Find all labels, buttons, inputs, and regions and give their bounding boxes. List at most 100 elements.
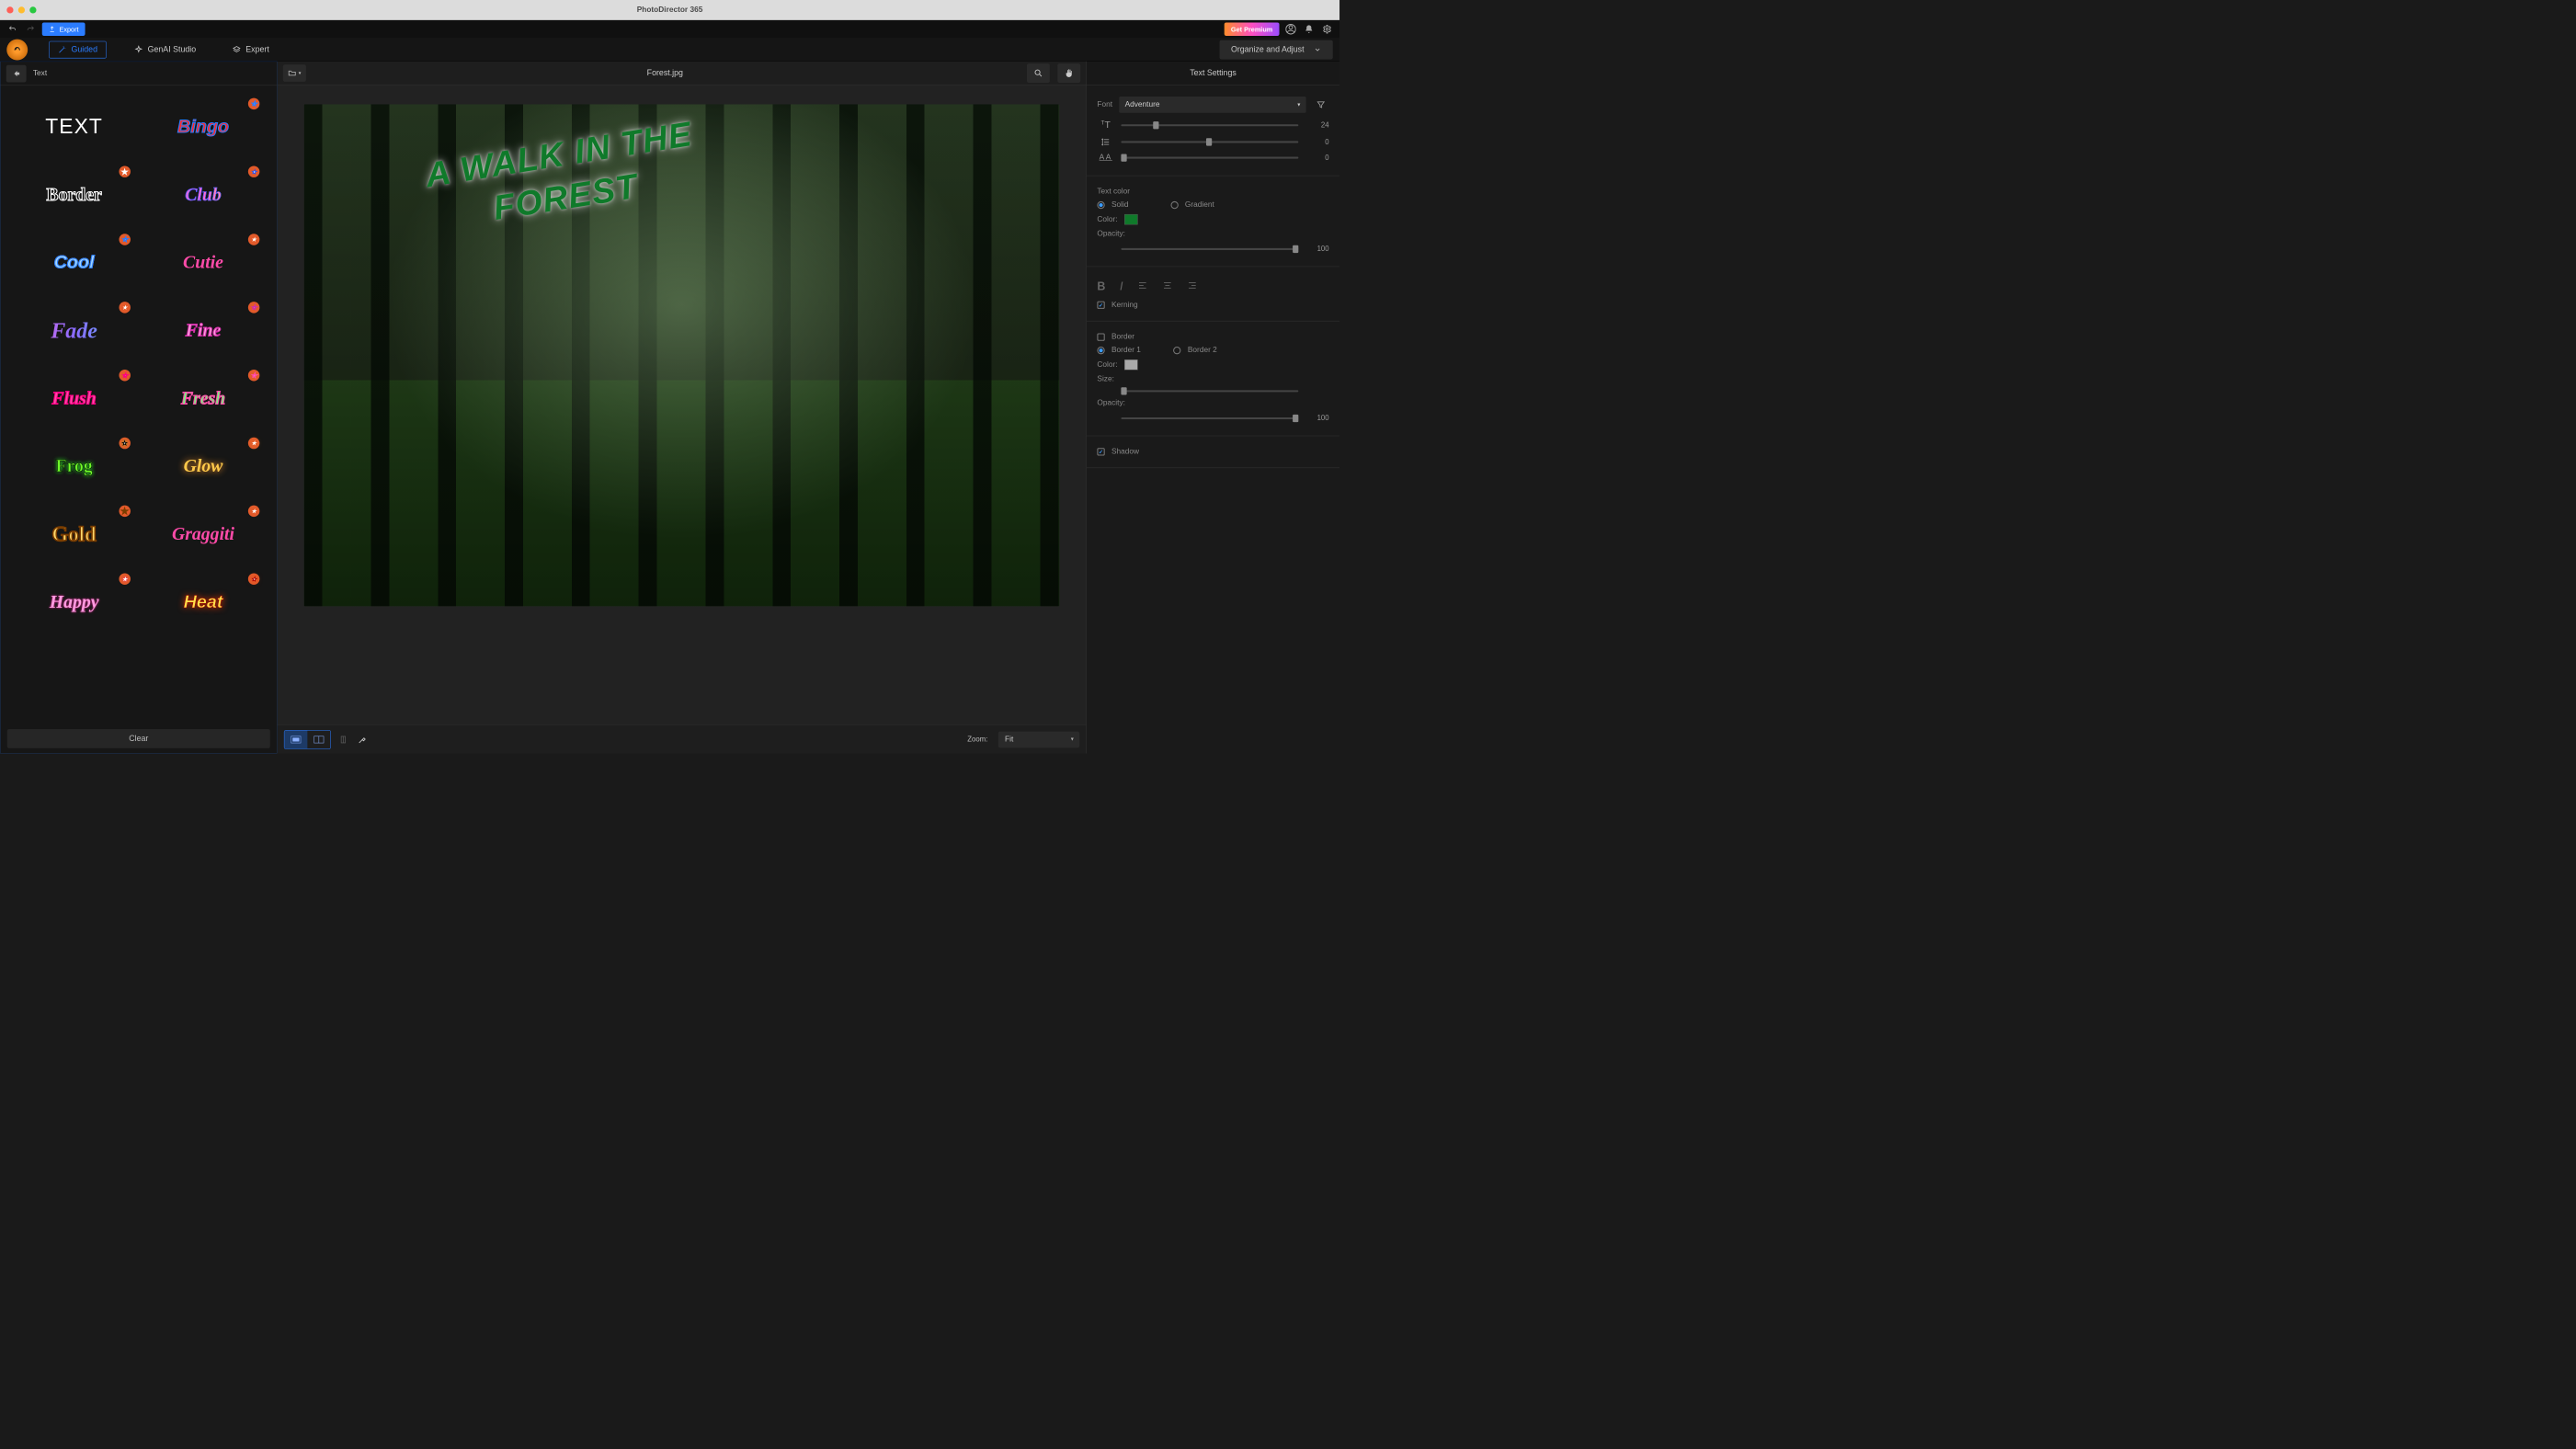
organize-adjust-dropdown[interactable]: Organize and Adjust [1219, 40, 1332, 59]
preset-fine[interactable]: Fine [142, 299, 264, 362]
align-right-button[interactable] [1187, 280, 1197, 294]
bold-button[interactable]: B [1097, 280, 1105, 294]
border-checkbox[interactable] [1097, 333, 1104, 340]
preset-club[interactable]: Club [142, 163, 264, 226]
tab-guided-label: Guided [71, 45, 97, 54]
settings-icon[interactable] [1320, 22, 1334, 36]
traffic-minimize[interactable] [18, 6, 25, 13]
preset-heat[interactable]: Heat [142, 570, 264, 633]
preset-frog[interactable]: Frog [13, 435, 135, 498]
solid-radio[interactable] [1097, 201, 1104, 209]
italic-button[interactable]: I [1120, 280, 1123, 294]
redo-button[interactable] [24, 22, 38, 36]
compare-button[interactable] [336, 733, 350, 747]
font-size-icon: TT [1097, 120, 1114, 131]
premium-badge-icon [119, 438, 130, 449]
preset-graggiti[interactable]: Graggiti [142, 503, 264, 566]
align-left-button[interactable] [1137, 280, 1147, 294]
traffic-zoom[interactable] [29, 6, 36, 13]
text-color-heading: Text color [1097, 188, 1130, 196]
zoom-tool[interactable] [1027, 63, 1050, 83]
app-title: PhotoDirector 365 [637, 6, 703, 14]
line-height-value: 0 [1305, 138, 1329, 146]
premium-badge-icon [119, 302, 130, 313]
gradient-radio[interactable] [1170, 201, 1178, 209]
sparkle-icon [134, 45, 142, 53]
line-height-slider[interactable] [1121, 141, 1298, 143]
export-button[interactable]: Export [42, 22, 85, 36]
text-opacity-slider[interactable] [1121, 248, 1298, 250]
tracking-slider[interactable] [1121, 157, 1298, 159]
border2-label: Border 2 [1188, 346, 1217, 354]
zoom-label: Zoom: [967, 736, 987, 744]
preset-bingo[interactable]: Bingo [142, 95, 264, 158]
premium-badge-icon [248, 302, 259, 313]
border-color-swatch[interactable] [1124, 359, 1138, 370]
premium-badge-icon [119, 165, 130, 177]
preset-gold[interactable]: Gold [13, 503, 135, 566]
clear-button[interactable]: Clear [7, 729, 270, 748]
traffic-close[interactable] [6, 6, 13, 13]
tab-genai[interactable]: GenAI Studio [126, 40, 205, 58]
border-size-slider[interactable] [1121, 390, 1298, 392]
premium-badge-icon [248, 438, 259, 449]
align-center-button[interactable] [1162, 280, 1172, 294]
organize-adjust-label: Organize and Adjust [1231, 45, 1305, 54]
text-color-swatch[interactable] [1124, 214, 1138, 224]
font-size-slider[interactable] [1121, 124, 1298, 126]
preset-cool[interactable]: Cool [13, 231, 135, 294]
panel-title: Text [33, 69, 47, 77]
text-opacity-value: 100 [1305, 245, 1329, 253]
tab-guided[interactable]: Guided [49, 40, 107, 58]
folder-icon [287, 69, 296, 77]
kerning-checkbox[interactable] [1097, 302, 1104, 309]
preset-fade[interactable]: Fade [13, 299, 135, 362]
border1-label: Border 1 [1111, 346, 1141, 354]
notifications-icon[interactable] [1302, 22, 1316, 36]
solid-label: Solid [1111, 200, 1129, 209]
preset-text[interactable]: TEXT [13, 95, 135, 158]
hand-icon [1065, 68, 1074, 77]
font-select[interactable]: Adventure [1119, 97, 1305, 113]
font-size-value: 24 [1305, 121, 1329, 130]
premium-badge-icon [248, 98, 259, 109]
preset-glow[interactable]: Glow [142, 435, 264, 498]
eyedropper-button[interactable] [356, 733, 370, 747]
account-icon[interactable] [1284, 22, 1298, 36]
tab-expert[interactable]: Expert [223, 40, 278, 58]
arrow-left-icon [11, 69, 20, 78]
preset-fresh[interactable]: Fresh [142, 367, 264, 430]
layers-icon [233, 45, 241, 53]
canvas-text-overlay[interactable]: A WALK IN THE FOREST [357, 104, 767, 249]
back-button[interactable] [6, 64, 27, 82]
zoom-select[interactable]: Fit [998, 731, 1079, 747]
folder-dropdown[interactable]: ▼ [283, 64, 306, 82]
font-filter-button[interactable] [1313, 97, 1329, 113]
border2-radio[interactable] [1173, 347, 1180, 354]
canvas-image[interactable]: A WALK IN THE FOREST [304, 104, 1060, 606]
shadow-checkbox[interactable] [1097, 448, 1104, 455]
premium-badge-icon [248, 506, 259, 517]
premium-badge-icon [119, 234, 130, 245]
font-label: Font [1097, 100, 1112, 108]
get-premium-button[interactable]: Get Premium [1225, 22, 1280, 36]
border-opacity-label: Opacity: [1097, 399, 1125, 407]
border-opacity-slider[interactable] [1121, 417, 1298, 419]
view-split[interactable] [307, 730, 330, 748]
wand-icon [58, 45, 66, 53]
mac-titlebar: PhotoDirector 365 [0, 0, 1339, 20]
tab-expert-label: Expert [245, 45, 269, 54]
zoom-value: Fit [1005, 736, 1013, 744]
preset-border[interactable]: Border [13, 163, 135, 226]
view-single[interactable] [284, 730, 307, 748]
export-icon [49, 26, 55, 32]
pan-tool[interactable] [1057, 63, 1080, 83]
preset-flush[interactable]: Flush [13, 367, 135, 430]
opacity-label: Opacity: [1097, 230, 1125, 238]
right-panel-title: Text Settings [1087, 62, 1339, 86]
border1-radio[interactable] [1097, 347, 1104, 354]
preset-cutie[interactable]: Cutie [142, 231, 264, 294]
preset-happy[interactable]: Happy [13, 570, 135, 633]
border-opacity-value: 100 [1305, 414, 1329, 422]
undo-button[interactable] [6, 22, 19, 36]
